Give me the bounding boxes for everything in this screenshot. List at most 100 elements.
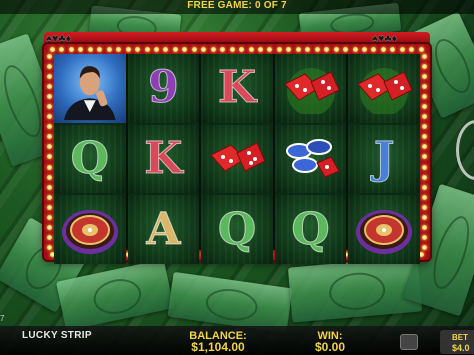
light-bulb (163, 47, 169, 52)
reel-1: Q (54, 54, 126, 264)
light-bulb (422, 124, 427, 130)
light-bulb (135, 47, 141, 52)
light-bulb (422, 244, 427, 250)
light-bulb (409, 47, 415, 52)
light-bulb (116, 47, 122, 52)
light-bulb (47, 174, 52, 180)
symbol-dice (201, 124, 273, 194)
menu-button[interactable] (400, 334, 418, 350)
light-bulb (422, 174, 427, 180)
dice-icon (210, 142, 266, 172)
light-bulb (422, 204, 427, 210)
spin-button-edge[interactable] (456, 120, 474, 180)
light-bulb (422, 104, 427, 110)
light-bulb (422, 214, 427, 220)
light-bulb (78, 47, 84, 52)
symbol-j: J (348, 124, 420, 194)
game-name: LUCKY STRIP (22, 330, 92, 341)
light-bulb (422, 154, 427, 160)
light-bulb (390, 47, 396, 52)
light-bulb (418, 47, 424, 52)
light-bulb (50, 47, 55, 52)
man-portrait-icon (54, 54, 126, 123)
symbol-roulette-wheel (348, 195, 420, 264)
marquee-lights-right (422, 54, 427, 250)
light-bulb (125, 47, 131, 52)
light-bulb (422, 184, 427, 190)
light-bulb (399, 47, 405, 52)
light-bulb (343, 47, 349, 52)
light-bulb (239, 47, 245, 52)
light-bulb (47, 224, 52, 230)
light-bulb (422, 74, 427, 80)
light-bulb (286, 47, 292, 52)
light-bulb (47, 74, 52, 80)
light-bulb (47, 154, 52, 160)
money-background (167, 271, 293, 334)
symbol-label: J (373, 132, 395, 184)
light-bulb (295, 47, 301, 52)
light-bulb (47, 104, 52, 110)
light-bulb (361, 47, 367, 52)
reel-5: J (348, 54, 420, 264)
symbol-k: K (201, 54, 273, 123)
light-bulb (106, 47, 112, 52)
dice-icon (283, 68, 340, 115)
light-bulb (422, 134, 427, 140)
light-bulb (59, 47, 65, 52)
symbol-q: Q (201, 195, 273, 264)
win-value: $0.00 (314, 340, 346, 354)
light-bulb (47, 234, 52, 240)
reel-3: K Q (201, 54, 273, 264)
symbol-dice (274, 54, 347, 123)
light-bulb (47, 194, 52, 200)
light-bulb (422, 64, 427, 70)
light-bulb (352, 47, 358, 52)
symbol-man-portrait (54, 54, 126, 123)
light-bulb (422, 234, 427, 240)
light-bulb (47, 64, 52, 70)
light-bulb (47, 124, 52, 130)
light-bulb (422, 144, 427, 150)
symbol-dice (348, 54, 420, 123)
roulette-wheel-icon (356, 209, 413, 254)
symbol-label: Q (217, 203, 257, 255)
light-bulb (47, 94, 52, 100)
light-bulb (47, 134, 52, 140)
balance-value: $1,104.00 (191, 340, 245, 354)
light-bulb (422, 114, 427, 120)
symbol-label: Q (291, 203, 330, 255)
light-bulb (422, 164, 427, 170)
symbol-q: Q (274, 195, 347, 264)
light-bulb (422, 94, 427, 100)
symbol-roulette-wheel (54, 195, 126, 264)
symbol-a: A (127, 195, 200, 264)
light-bulb (229, 47, 235, 52)
bet-label: BET (452, 333, 468, 342)
man-portrait-icon (63, 66, 116, 121)
light-bulb (47, 54, 52, 59)
marquee-lights-left (47, 54, 52, 250)
light-bulb (172, 47, 178, 52)
light-bulb (422, 224, 427, 230)
reel-2: 9 K A (127, 54, 200, 264)
light-bulb (47, 244, 52, 250)
light-bulb (68, 47, 74, 52)
light-bulb (201, 47, 207, 52)
light-bulb (257, 47, 263, 52)
light-bulb (248, 47, 254, 52)
light-bulb (153, 47, 159, 52)
bet-value: $4.0 (452, 343, 470, 353)
light-bulb (47, 144, 52, 150)
light-bulb (220, 47, 226, 52)
symbol-9: 9 (127, 54, 200, 123)
light-bulb (182, 47, 188, 52)
light-bulb (97, 47, 103, 52)
light-bulb (422, 84, 427, 90)
light-bulb (422, 194, 427, 200)
light-bulb (47, 214, 52, 220)
symbol-label: A (146, 203, 181, 255)
symbol-k: K (127, 124, 200, 194)
light-bulb (380, 47, 386, 52)
reel-grid: Q 9 K A K Q Q J (54, 54, 420, 264)
